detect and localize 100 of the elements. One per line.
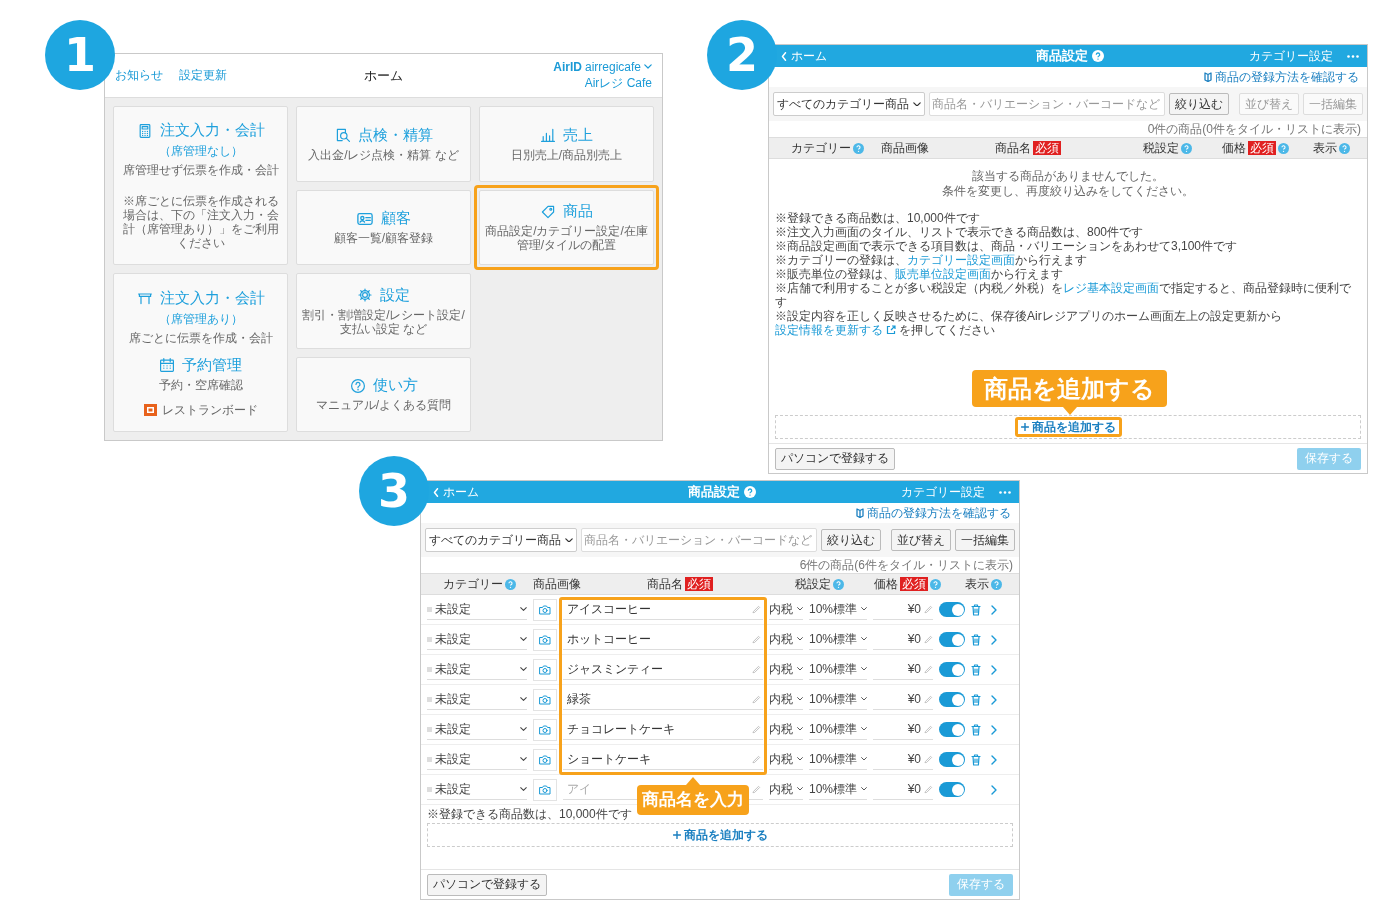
tax-rate-select[interactable]: 10%標準: [809, 749, 867, 770]
visibility-toggle[interactable]: [939, 782, 965, 797]
category-select[interactable]: すべてのカテゴリー商品: [773, 92, 925, 116]
search-field[interactable]: 商品名・バリエーション・バーコードなど: [581, 528, 817, 552]
image-button[interactable]: [533, 688, 557, 711]
trash-icon[interactable]: [971, 603, 981, 616]
chevron-right-icon[interactable]: [991, 724, 997, 735]
category-select[interactable]: 未設定: [427, 779, 527, 800]
visibility-toggle[interactable]: [939, 602, 965, 617]
menu-tile[interactable]: 顧客 顧客一覧/顧客登録: [296, 189, 471, 265]
action-button[interactable]: 一括編集: [955, 529, 1015, 551]
category-select[interactable]: 未設定: [427, 659, 527, 680]
tax-rate-select[interactable]: 10%標準: [809, 689, 867, 710]
name-field[interactable]: ジャスミンティー: [563, 659, 763, 680]
price-field[interactable]: ¥0: [873, 659, 933, 680]
price-field[interactable]: ¥0: [873, 719, 933, 740]
menu-tile[interactable]: 商品 商品設定/カテゴリー設定/在庫管理/タイルの配置: [479, 189, 654, 265]
image-button[interactable]: [533, 748, 557, 771]
menu-tile[interactable]: 使い方 マニュアル/よくある質問: [296, 356, 471, 432]
guide-link[interactable]: 商品の登録方法を確認する: [856, 504, 1011, 522]
chevron-right-icon[interactable]: [991, 754, 997, 765]
category-select[interactable]: 未設定: [427, 689, 527, 710]
add-product-button[interactable]: 商品を追加する: [672, 828, 768, 842]
image-button[interactable]: [533, 628, 557, 651]
chevron-right-icon[interactable]: [991, 694, 997, 705]
trash-icon[interactable]: [971, 633, 981, 646]
image-button[interactable]: [533, 718, 557, 741]
search-field[interactable]: 商品名・バリエーション・バーコードなど: [929, 92, 1165, 116]
category-select[interactable]: すべてのカテゴリー商品: [425, 528, 577, 552]
pc-register-button[interactable]: パソコンで登録する: [775, 447, 895, 470]
tile-description: 顧客一覧/顧客登録: [333, 231, 434, 246]
menu-tile[interactable]: 点検・精算 入出金/レジ点検・精算 など: [296, 106, 471, 182]
chevron-right-icon[interactable]: [991, 664, 997, 675]
filter-button[interactable]: 絞り込む: [1169, 93, 1229, 115]
help-icon[interactable]: [929, 578, 941, 590]
help-icon[interactable]: [504, 578, 516, 590]
tax-mode-select[interactable]: 内税: [769, 599, 803, 620]
tax-mode-select[interactable]: 内税: [769, 749, 803, 770]
image-button[interactable]: [533, 658, 557, 681]
tax-rate-select[interactable]: 10%標準: [809, 629, 867, 650]
help-icon[interactable]: [1092, 50, 1104, 62]
tax-mode-select[interactable]: 内税: [769, 779, 803, 800]
plus-icon: [672, 831, 681, 839]
tax-mode-select[interactable]: 内税: [769, 659, 803, 680]
price-field[interactable]: ¥0: [873, 749, 933, 770]
guide-link[interactable]: 商品の登録方法を確認する: [1204, 68, 1359, 86]
help-icon[interactable]: [744, 486, 756, 498]
trash-icon[interactable]: [971, 723, 981, 736]
visibility-toggle[interactable]: [939, 692, 965, 707]
visibility-toggle[interactable]: [939, 752, 965, 767]
category-select[interactable]: 未設定: [427, 629, 527, 650]
menu-tile[interactable]: 注文入力・会計 （席管理あり） 席ごとに伝票を作成・会計 予約管理 予約・空席確認 レストランボード: [113, 273, 288, 432]
name-field[interactable]: チョコレートケーキ: [563, 719, 763, 740]
pc-register-button[interactable]: パソコンで登録する: [427, 873, 547, 896]
tax-rate-select[interactable]: 10%標準: [809, 779, 867, 800]
help-icon[interactable]: [1180, 142, 1192, 154]
name-field[interactable]: 緑茶: [563, 689, 763, 710]
category-select[interactable]: 未設定: [427, 719, 527, 740]
tax-rate-select[interactable]: 10%標準: [809, 659, 867, 680]
tax-rate-select[interactable]: 10%標準: [809, 599, 867, 620]
image-button[interactable]: [533, 778, 557, 801]
help-icon[interactable]: [852, 142, 864, 154]
filter-button[interactable]: 絞り込む: [821, 529, 881, 551]
price-field[interactable]: ¥0: [873, 779, 933, 800]
chevron-right-icon[interactable]: [991, 634, 997, 645]
help-icon[interactable]: [1277, 142, 1289, 154]
help-icon[interactable]: [1338, 142, 1350, 154]
category-select[interactable]: 未設定: [427, 749, 527, 770]
add-product-button[interactable]: 商品を追加する: [1020, 420, 1116, 434]
menu-tile[interactable]: 売上 日別売上/商品別売上: [479, 106, 654, 182]
price-field[interactable]: ¥0: [873, 689, 933, 710]
visibility-toggle[interactable]: [939, 722, 965, 737]
chevron-down-icon: [861, 637, 867, 641]
tax-mode-select[interactable]: 内税: [769, 719, 803, 740]
name-field[interactable]: アイスコーヒー: [563, 599, 763, 620]
menu-tile[interactable]: 設定 割引・割増設定/レシート設定/支払い設定 など: [296, 273, 471, 349]
chevron-right-icon[interactable]: [991, 604, 997, 615]
price-field[interactable]: ¥0: [873, 599, 933, 620]
tax-rate-select[interactable]: 10%標準: [809, 719, 867, 740]
tax-mode-select[interactable]: 内税: [769, 629, 803, 650]
name-field[interactable]: ショートケーキ: [563, 749, 763, 770]
help-icon[interactable]: [832, 578, 844, 590]
tax-mode-select[interactable]: 内税: [769, 689, 803, 710]
more-icon[interactable]: [999, 490, 1011, 494]
trash-icon[interactable]: [971, 753, 981, 766]
menu-tile[interactable]: 注文入力・会計 （席管理なし） 席管理せず伝票を作成・会計 ※席ごとに伝票を作成される場合は、下の「注文入力・会計（席管理あり）」をご利用ください: [113, 106, 288, 265]
chevron-right-icon[interactable]: [991, 784, 997, 795]
trash-icon[interactable]: [971, 663, 981, 676]
chevron-left-icon: [781, 51, 787, 61]
help-icon[interactable]: [990, 578, 1002, 590]
action-button[interactable]: 並び替え: [891, 529, 951, 551]
price-field[interactable]: ¥0: [873, 629, 933, 650]
category-select[interactable]: 未設定: [427, 599, 527, 620]
tile-title: 注文入力・会計: [159, 121, 265, 140]
more-icon[interactable]: [1347, 54, 1359, 58]
image-button[interactable]: [533, 598, 557, 621]
trash-icon[interactable]: [971, 693, 981, 706]
visibility-toggle[interactable]: [939, 632, 965, 647]
name-field[interactable]: ホットコーヒー: [563, 629, 763, 650]
visibility-toggle[interactable]: [939, 662, 965, 677]
